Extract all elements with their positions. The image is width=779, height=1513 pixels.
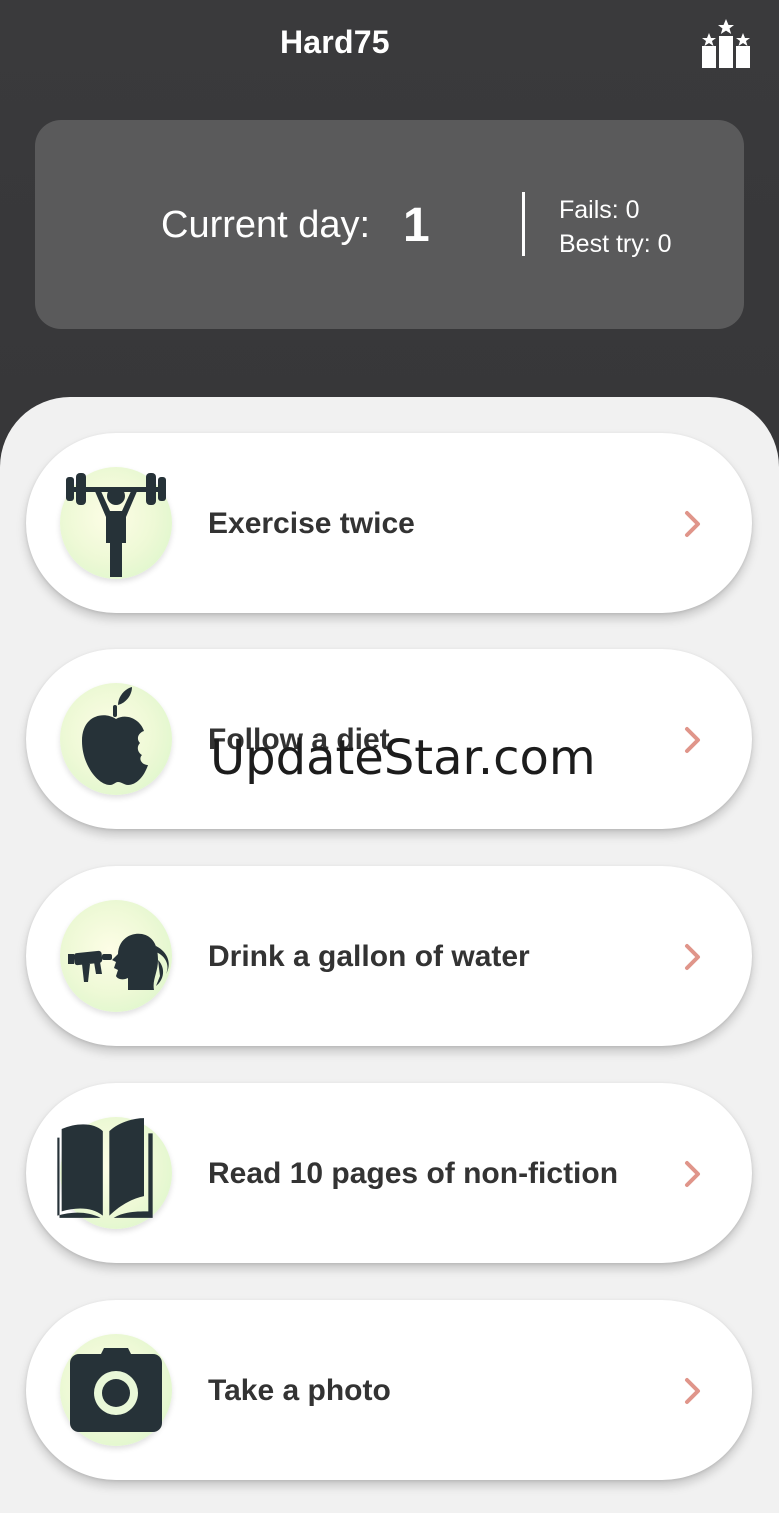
- fails-count: Fails: 0: [559, 196, 640, 224]
- current-day-value: 1: [403, 199, 430, 252]
- app-title: Hard75: [280, 24, 390, 60]
- chevron-right-icon: [685, 511, 700, 537]
- task-card-photo[interactable]: Take a photo: [26, 1300, 752, 1480]
- tasks-sheet: Exercise twice Follow a diet Drink a gal…: [0, 397, 779, 1513]
- best-try-count: Best try: 0: [559, 230, 672, 258]
- top-bar: Hard75: [0, 0, 779, 90]
- drinking-water-icon: [68, 933, 169, 990]
- weightlifter-icon: [66, 473, 166, 577]
- task-card-read[interactable]: Read 10 pages of non-fiction: [26, 1083, 752, 1263]
- current-day-label: Current day:: [161, 204, 371, 246]
- chevron-right-icon: [685, 727, 700, 753]
- task-card-water[interactable]: Drink a gallon of water: [26, 866, 752, 1046]
- stats-divider: [522, 192, 525, 256]
- chevron-right-icon: [685, 944, 700, 970]
- task-label: Read 10 pages of non-fiction: [208, 1157, 619, 1190]
- camera-icon: [70, 1348, 162, 1432]
- task-label: Drink a gallon of water: [208, 940, 530, 973]
- leaderboard-icon: [702, 19, 750, 68]
- task-label: Take a photo: [208, 1374, 391, 1407]
- open-book-icon: [57, 1118, 153, 1218]
- apple-icon: [82, 687, 148, 785]
- task-card-exercise[interactable]: Exercise twice: [26, 433, 752, 613]
- chevron-right-icon: [685, 1378, 700, 1404]
- task-label: Follow a diet: [208, 723, 390, 756]
- task-card-diet[interactable]: Follow a diet: [26, 649, 752, 829]
- chevron-right-icon: [685, 1161, 700, 1187]
- leaderboard-button[interactable]: [696, 16, 756, 72]
- task-label: Exercise twice: [208, 507, 415, 540]
- stats-card: Current day: 1 Fails: 0 Best try: 0: [35, 120, 744, 329]
- app-screen: Hard75 Current day: 1 Fails: 0 Best try:…: [0, 0, 779, 1513]
